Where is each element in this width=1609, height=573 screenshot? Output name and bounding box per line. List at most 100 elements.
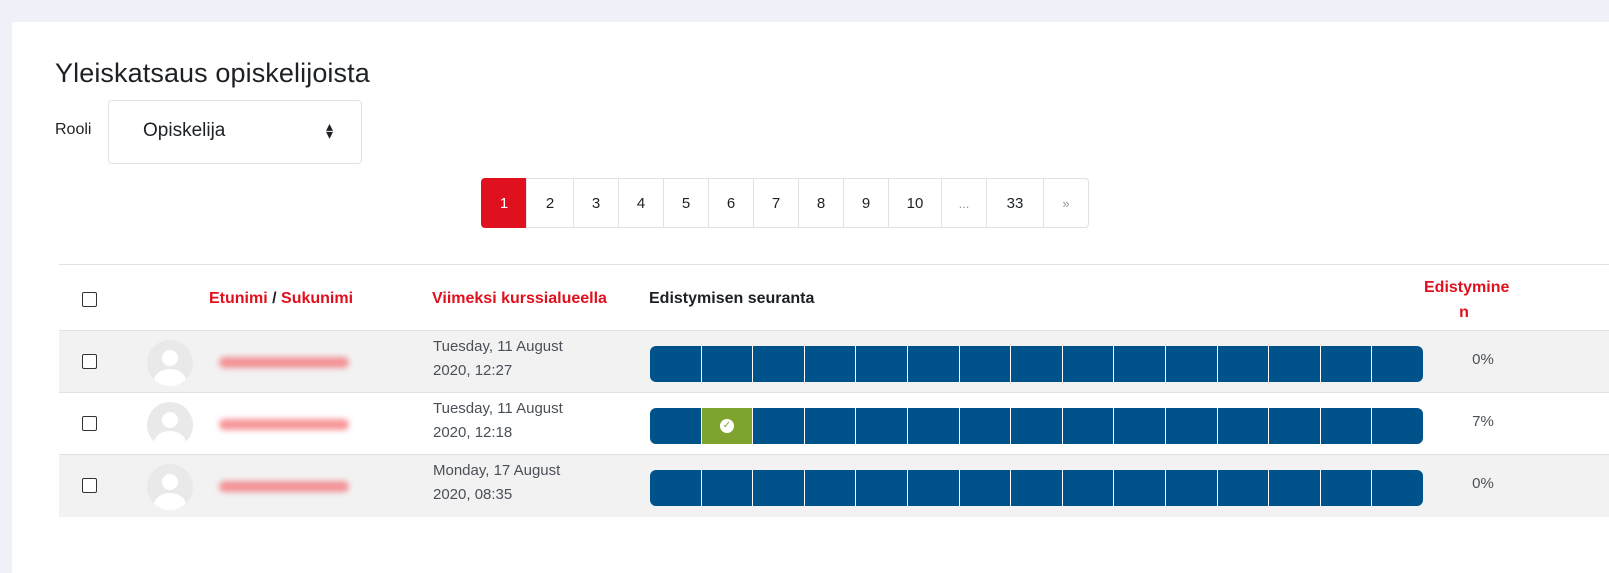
progress-percent: 0% (1472, 351, 1494, 368)
last-access-cell: Monday, 17 August 2020, 08:35 (433, 459, 633, 507)
sort-lastname-link[interactable]: Sukunimi (281, 290, 353, 307)
progress-header-line1: Edistymine (1424, 279, 1510, 296)
user-name-link-redacted[interactable] (219, 419, 349, 430)
activity-segment[interactable] (1166, 346, 1218, 382)
activity-segment[interactable] (702, 470, 754, 506)
role-label: Rooli (55, 121, 92, 138)
activity-segment[interactable] (960, 408, 1012, 444)
page-10[interactable]: 10 (888, 178, 942, 228)
last-access-date: Tuesday, 11 August (433, 338, 563, 355)
sort-firstname-link[interactable]: Etunimi (209, 290, 268, 307)
activity-segment-complete[interactable]: ✓ (701, 408, 754, 444)
select-all-checkbox[interactable] (82, 292, 97, 307)
last-access-cell: Tuesday, 11 August 2020, 12:27 (433, 335, 633, 383)
pagination-ellipsis: ... (941, 178, 987, 228)
activity-segment[interactable] (753, 346, 805, 382)
pagination-next-icon[interactable]: » (1043, 178, 1089, 228)
row-checkbox[interactable] (82, 478, 97, 493)
activity-segment[interactable] (1321, 408, 1373, 444)
table-row: Tuesday, 11 August 2020, 12:18 ✓ 7% (59, 392, 1609, 455)
page-8[interactable]: 8 (798, 178, 844, 228)
activity-segment[interactable] (650, 408, 702, 444)
activity-segment[interactable] (1114, 408, 1166, 444)
table-row: Monday, 17 August 2020, 08:35 0% (59, 454, 1609, 517)
progress-percent: 7% (1472, 413, 1494, 430)
user-avatar-icon[interactable] (147, 464, 193, 510)
tracking-column-header: Edistymisen seuranta (649, 290, 815, 307)
activity-segment[interactable] (1218, 346, 1270, 382)
page-3[interactable]: 3 (573, 178, 619, 228)
last-access-cell: Tuesday, 11 August 2020, 12:18 (433, 397, 633, 445)
activity-segment[interactable] (908, 346, 960, 382)
activity-segment[interactable] (753, 408, 805, 444)
user-name-link-redacted[interactable] (219, 357, 349, 368)
last-access-date: Tuesday, 11 August (433, 400, 563, 417)
activity-segment[interactable] (1166, 470, 1218, 506)
page-4[interactable]: 4 (618, 178, 664, 228)
activity-segment[interactable] (960, 470, 1012, 506)
last-access-date: Monday, 17 August (433, 462, 561, 479)
row-checkbox[interactable] (82, 416, 97, 431)
progress-tracking-bar (650, 470, 1423, 506)
page-7[interactable]: 7 (753, 178, 799, 228)
activity-segment[interactable] (1372, 470, 1423, 506)
activity-segment[interactable] (1372, 408, 1423, 444)
page-title: Yleiskatsaus opiskelijoista (55, 58, 370, 88)
activity-segment[interactable] (1269, 408, 1321, 444)
checkmark-icon: ✓ (719, 419, 734, 433)
page-33[interactable]: 33 (986, 178, 1044, 228)
role-select[interactable]: Opiskelija ▴ ▾ (108, 100, 362, 164)
activity-segment[interactable] (1063, 346, 1115, 382)
updown-caret-icon: ▴ ▾ (325, 118, 333, 142)
activity-segment[interactable] (1218, 470, 1270, 506)
activity-segment[interactable] (1269, 346, 1321, 382)
activity-segment[interactable] (1218, 408, 1270, 444)
activity-segment[interactable] (1372, 346, 1423, 382)
last-access-time: 2020, 12:27 (433, 362, 513, 379)
activity-segment[interactable] (1011, 470, 1063, 506)
page-1[interactable]: 1 (481, 178, 527, 228)
activity-segment[interactable] (960, 346, 1012, 382)
table-header-divider (59, 264, 1609, 265)
user-name-link-redacted[interactable] (219, 481, 349, 492)
role-select-value: Opiskelija (143, 120, 226, 141)
table-row: Tuesday, 11 August 2020, 12:27 0% (59, 330, 1609, 393)
page-6[interactable]: 6 (708, 178, 754, 228)
activity-segment[interactable] (908, 408, 960, 444)
user-avatar-icon[interactable] (147, 340, 193, 386)
activity-segment[interactable] (1063, 408, 1115, 444)
progress-tracking-bar: ✓ (650, 408, 1423, 444)
page-2[interactable]: 2 (526, 178, 574, 228)
activity-segment[interactable] (1114, 346, 1166, 382)
activity-segment[interactable] (1011, 346, 1063, 382)
activity-segment[interactable] (908, 470, 960, 506)
activity-segment[interactable] (805, 408, 857, 444)
page-9[interactable]: 9 (843, 178, 889, 228)
activity-segment[interactable] (1063, 470, 1115, 506)
progress-tracking-bar (650, 346, 1423, 382)
overview-card: Yleiskatsaus opiskelijoista Rooli Opiske… (12, 22, 1609, 573)
activity-segment[interactable] (1321, 470, 1373, 506)
last-access-time: 2020, 12:18 (433, 424, 513, 441)
user-avatar-icon[interactable] (147, 402, 193, 448)
activity-segment[interactable] (1321, 346, 1373, 382)
activity-segment[interactable] (702, 346, 754, 382)
sort-progress-link[interactable]: Edistymine n (1424, 275, 1510, 325)
row-checkbox[interactable] (82, 354, 97, 369)
activity-segment[interactable] (805, 470, 857, 506)
activity-segment[interactable] (1011, 408, 1063, 444)
activity-segment[interactable] (805, 346, 857, 382)
activity-segment[interactable] (856, 346, 908, 382)
progress-header-line2: n (1459, 304, 1469, 321)
activity-segment[interactable] (1114, 470, 1166, 506)
activity-segment[interactable] (650, 346, 702, 382)
activity-segment[interactable] (856, 470, 908, 506)
page-5[interactable]: 5 (663, 178, 709, 228)
name-header-separator: / (267, 290, 282, 307)
sort-last-access-link[interactable]: Viimeksi kurssialueella (432, 290, 607, 308)
activity-segment[interactable] (650, 470, 702, 506)
activity-segment[interactable] (1269, 470, 1321, 506)
activity-segment[interactable] (856, 408, 908, 444)
activity-segment[interactable] (753, 470, 805, 506)
activity-segment[interactable] (1166, 408, 1218, 444)
